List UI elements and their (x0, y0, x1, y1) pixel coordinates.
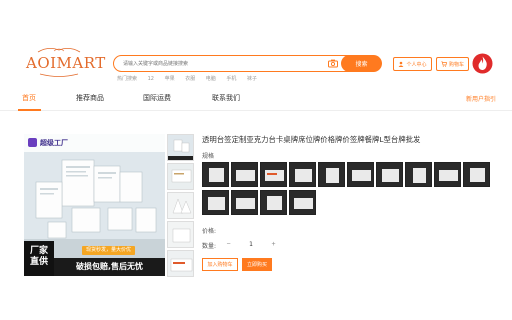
hot-search-item[interactable]: 苹果 (165, 76, 175, 82)
brand-name: 超级工厂 (40, 139, 68, 147)
spec-option[interactable] (289, 190, 316, 215)
spec-option[interactable] (376, 162, 403, 187)
promo-slogan: 破损包赔,售后无忧 (54, 258, 165, 276)
thumbnail[interactable] (167, 250, 194, 277)
search-input[interactable] (123, 57, 328, 70)
quantity-increase-button[interactable]: + (267, 238, 280, 251)
spec-option[interactable] (289, 162, 316, 187)
hot-searches: 热门搜索 12 苹果 衣服 电脑 手机 袜子 (117, 75, 266, 82)
hot-searches-label: 热门搜索 (117, 76, 138, 82)
site-logo[interactable]: AOIMART (26, 46, 106, 80)
spec-option[interactable] (434, 162, 461, 187)
spec-option[interactable] (231, 190, 258, 215)
thumbnail[interactable] (167, 221, 194, 248)
nav-contact[interactable]: 联系我们 (212, 93, 240, 103)
spec-option[interactable] (318, 162, 345, 187)
thumbnail[interactable] (167, 163, 194, 190)
spec-option[interactable] (405, 162, 432, 187)
nav-recommended[interactable]: 推荐商品 (76, 93, 104, 103)
nav-intl-shipping[interactable]: 国际运费 (143, 93, 171, 103)
thumbnail[interactable] (167, 192, 194, 219)
hot-search-item[interactable]: 12 (148, 76, 154, 82)
logo-text: AOIMART (26, 54, 106, 72)
thumbnail[interactable] (167, 134, 194, 161)
nav-home[interactable]: 首页 (22, 93, 36, 103)
search-bar: 搜索 (113, 54, 382, 72)
banner-line-2: 直供 (29, 257, 48, 267)
banner-line-1: 厂家 (29, 246, 48, 256)
hot-search-item[interactable]: 袜子 (247, 76, 257, 82)
promo-badge: 现货秒发，量大价优 (82, 246, 136, 255)
user-center-label: 个人中心 (406, 61, 427, 68)
quantity-input[interactable] (240, 238, 262, 251)
logo-underline-icon (39, 73, 79, 77)
cart-label: 购物车 (448, 61, 464, 68)
quantity-label: 数量: (202, 243, 217, 250)
user-icon (399, 61, 404, 67)
search-button[interactable]: 搜索 (341, 54, 382, 72)
factory-banner: 厂家 直供 (24, 241, 54, 276)
user-center-button[interactable]: 个人中心 (393, 57, 432, 71)
hot-search-item[interactable]: 衣服 (185, 76, 195, 82)
price-label: 价格: (202, 228, 217, 235)
quantity-decrease-button[interactable]: − (222, 238, 235, 251)
flame-logo-icon[interactable] (472, 53, 493, 74)
main-nav: 首页 推荐商品 国际运费 联系我们 新用户指引 (0, 89, 512, 111)
hot-search-item[interactable]: 手机 (226, 76, 236, 82)
spec-option[interactable] (260, 162, 287, 187)
spec-option[interactable] (347, 162, 374, 187)
buy-now-button[interactable]: 立即购买 (242, 258, 272, 271)
spec-option[interactable] (231, 162, 258, 187)
spec-option[interactable] (463, 162, 490, 187)
spec-option[interactable] (202, 162, 229, 187)
logo-ornament-icon (37, 48, 81, 53)
spec-option[interactable] (260, 190, 287, 215)
add-to-cart-button[interactable]: 加入购物车 (202, 258, 238, 271)
product-title: 透明台签定制亚克力台卡桌牌席位牌价格牌价签牌餐牌L型台牌批发 (202, 135, 421, 144)
product-main-image[interactable]: 超级工厂 厂家 直供 现货秒发，量大价优 破损包赔,售后无忧 (24, 134, 165, 276)
quantity-stepper: − + (222, 238, 280, 251)
active-tab-indicator (18, 109, 41, 111)
new-user-guide-link[interactable]: 新用户指引 (466, 94, 496, 103)
spec-option[interactable] (202, 190, 229, 215)
hot-search-item[interactable]: 电脑 (206, 76, 216, 82)
cart-button[interactable]: 购物车 (436, 57, 469, 71)
spec-label: 规格 (202, 153, 215, 160)
camera-icon[interactable] (327, 58, 339, 69)
cart-icon (441, 61, 447, 67)
